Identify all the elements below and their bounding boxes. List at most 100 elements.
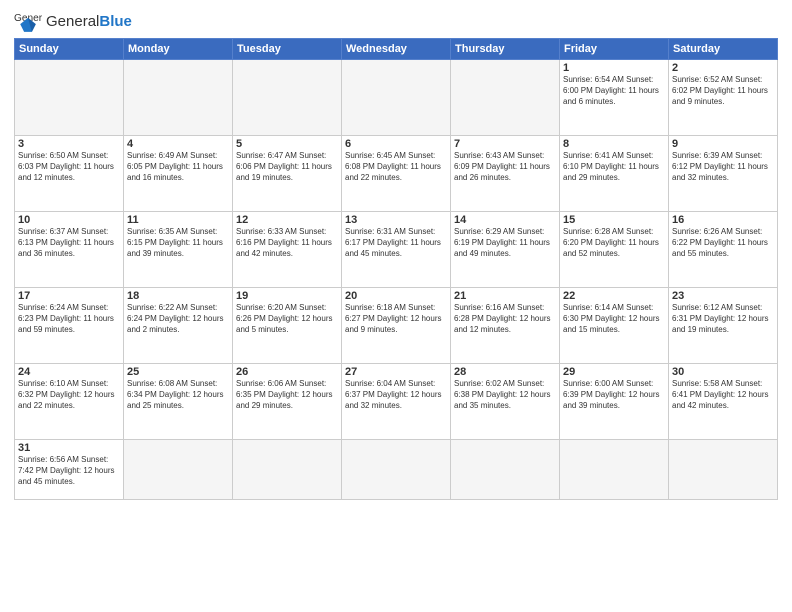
day-info: Sunrise: 6:35 AM Sunset: 6:15 PM Dayligh…	[127, 227, 229, 259]
day-info: Sunrise: 6:43 AM Sunset: 6:09 PM Dayligh…	[454, 151, 556, 183]
day-info: Sunrise: 6:04 AM Sunset: 6:37 PM Dayligh…	[345, 379, 447, 411]
calendar-cell	[15, 60, 124, 136]
calendar-week-row: 17Sunrise: 6:24 AM Sunset: 6:23 PM Dayli…	[15, 288, 778, 364]
calendar-cell	[233, 440, 342, 500]
day-info: Sunrise: 6:02 AM Sunset: 6:38 PM Dayligh…	[454, 379, 556, 411]
calendar-cell: 15Sunrise: 6:28 AM Sunset: 6:20 PM Dayli…	[560, 212, 669, 288]
day-number: 22	[563, 290, 665, 302]
weekday-header-wednesday: Wednesday	[342, 39, 451, 60]
calendar-cell	[233, 60, 342, 136]
day-number: 31	[18, 442, 120, 454]
day-number: 9	[672, 138, 774, 150]
calendar-cell: 12Sunrise: 6:33 AM Sunset: 6:16 PM Dayli…	[233, 212, 342, 288]
calendar-cell	[124, 440, 233, 500]
header: General General Blue	[14, 10, 778, 32]
weekday-header-monday: Monday	[124, 39, 233, 60]
day-info: Sunrise: 6:12 AM Sunset: 6:31 PM Dayligh…	[672, 303, 774, 335]
day-number: 2	[672, 62, 774, 74]
day-info: Sunrise: 6:29 AM Sunset: 6:19 PM Dayligh…	[454, 227, 556, 259]
calendar-cell	[342, 440, 451, 500]
generalblue-logo-icon: General	[14, 10, 42, 32]
day-number: 20	[345, 290, 447, 302]
day-info: Sunrise: 6:26 AM Sunset: 6:22 PM Dayligh…	[672, 227, 774, 259]
calendar-week-row: 1Sunrise: 6:54 AM Sunset: 6:00 PM Daylig…	[15, 60, 778, 136]
calendar-cell: 22Sunrise: 6:14 AM Sunset: 6:30 PM Dayli…	[560, 288, 669, 364]
weekday-header-thursday: Thursday	[451, 39, 560, 60]
day-number: 7	[454, 138, 556, 150]
calendar-cell: 23Sunrise: 6:12 AM Sunset: 6:31 PM Dayli…	[669, 288, 778, 364]
calendar-cell: 27Sunrise: 6:04 AM Sunset: 6:37 PM Dayli…	[342, 364, 451, 440]
calendar-cell: 11Sunrise: 6:35 AM Sunset: 6:15 PM Dayli…	[124, 212, 233, 288]
day-number: 28	[454, 366, 556, 378]
calendar-cell: 25Sunrise: 6:08 AM Sunset: 6:34 PM Dayli…	[124, 364, 233, 440]
day-number: 18	[127, 290, 229, 302]
calendar-cell: 24Sunrise: 6:10 AM Sunset: 6:32 PM Dayli…	[15, 364, 124, 440]
day-number: 30	[672, 366, 774, 378]
weekday-header-row: SundayMondayTuesdayWednesdayThursdayFrid…	[15, 39, 778, 60]
day-number: 17	[18, 290, 120, 302]
day-number: 29	[563, 366, 665, 378]
calendar-cell: 30Sunrise: 5:58 AM Sunset: 6:41 PM Dayli…	[669, 364, 778, 440]
calendar-table: SundayMondayTuesdayWednesdayThursdayFrid…	[14, 38, 778, 500]
day-info: Sunrise: 6:18 AM Sunset: 6:27 PM Dayligh…	[345, 303, 447, 335]
calendar-week-row: 31Sunrise: 6:56 AM Sunset: 7:42 PM Dayli…	[15, 440, 778, 500]
calendar-cell: 9Sunrise: 6:39 AM Sunset: 6:12 PM Daylig…	[669, 136, 778, 212]
calendar-cell: 19Sunrise: 6:20 AM Sunset: 6:26 PM Dayli…	[233, 288, 342, 364]
day-number: 4	[127, 138, 229, 150]
logo-area: General General Blue	[14, 10, 132, 32]
calendar-week-row: 3Sunrise: 6:50 AM Sunset: 6:03 PM Daylig…	[15, 136, 778, 212]
calendar-cell	[560, 440, 669, 500]
day-info: Sunrise: 6:14 AM Sunset: 6:30 PM Dayligh…	[563, 303, 665, 335]
day-info: Sunrise: 6:31 AM Sunset: 6:17 PM Dayligh…	[345, 227, 447, 259]
day-number: 3	[18, 138, 120, 150]
calendar-cell: 2Sunrise: 6:52 AM Sunset: 6:02 PM Daylig…	[669, 60, 778, 136]
day-number: 21	[454, 290, 556, 302]
calendar-cell: 6Sunrise: 6:45 AM Sunset: 6:08 PM Daylig…	[342, 136, 451, 212]
day-number: 23	[672, 290, 774, 302]
day-info: Sunrise: 6:22 AM Sunset: 6:24 PM Dayligh…	[127, 303, 229, 335]
day-info: Sunrise: 6:50 AM Sunset: 6:03 PM Dayligh…	[18, 151, 120, 183]
day-info: Sunrise: 6:41 AM Sunset: 6:10 PM Dayligh…	[563, 151, 665, 183]
day-info: Sunrise: 6:54 AM Sunset: 6:00 PM Dayligh…	[563, 75, 665, 107]
day-info: Sunrise: 6:24 AM Sunset: 6:23 PM Dayligh…	[18, 303, 120, 335]
day-info: Sunrise: 6:47 AM Sunset: 6:06 PM Dayligh…	[236, 151, 338, 183]
calendar-cell: 10Sunrise: 6:37 AM Sunset: 6:13 PM Dayli…	[15, 212, 124, 288]
calendar-cell: 7Sunrise: 6:43 AM Sunset: 6:09 PM Daylig…	[451, 136, 560, 212]
calendar-cell: 1Sunrise: 6:54 AM Sunset: 6:00 PM Daylig…	[560, 60, 669, 136]
logo-general: General	[46, 13, 99, 30]
day-number: 12	[236, 214, 338, 226]
calendar-cell: 18Sunrise: 6:22 AM Sunset: 6:24 PM Dayli…	[124, 288, 233, 364]
day-info: Sunrise: 6:10 AM Sunset: 6:32 PM Dayligh…	[18, 379, 120, 411]
day-info: Sunrise: 6:08 AM Sunset: 6:34 PM Dayligh…	[127, 379, 229, 411]
calendar-cell: 3Sunrise: 6:50 AM Sunset: 6:03 PM Daylig…	[15, 136, 124, 212]
calendar-cell	[451, 440, 560, 500]
day-number: 15	[563, 214, 665, 226]
calendar-cell: 26Sunrise: 6:06 AM Sunset: 6:35 PM Dayli…	[233, 364, 342, 440]
day-info: Sunrise: 6:20 AM Sunset: 6:26 PM Dayligh…	[236, 303, 338, 335]
calendar-cell: 20Sunrise: 6:18 AM Sunset: 6:27 PM Dayli…	[342, 288, 451, 364]
calendar-cell	[451, 60, 560, 136]
calendar-cell: 16Sunrise: 6:26 AM Sunset: 6:22 PM Dayli…	[669, 212, 778, 288]
calendar-cell: 31Sunrise: 6:56 AM Sunset: 7:42 PM Dayli…	[15, 440, 124, 500]
calendar-cell: 29Sunrise: 6:00 AM Sunset: 6:39 PM Dayli…	[560, 364, 669, 440]
day-info: Sunrise: 6:28 AM Sunset: 6:20 PM Dayligh…	[563, 227, 665, 259]
day-number: 25	[127, 366, 229, 378]
calendar-cell	[669, 440, 778, 500]
day-info: Sunrise: 6:39 AM Sunset: 6:12 PM Dayligh…	[672, 151, 774, 183]
logo-blue: Blue	[99, 13, 132, 30]
calendar-cell: 28Sunrise: 6:02 AM Sunset: 6:38 PM Dayli…	[451, 364, 560, 440]
calendar-cell: 17Sunrise: 6:24 AM Sunset: 6:23 PM Dayli…	[15, 288, 124, 364]
weekday-header-saturday: Saturday	[669, 39, 778, 60]
day-number: 8	[563, 138, 665, 150]
calendar-cell: 21Sunrise: 6:16 AM Sunset: 6:28 PM Dayli…	[451, 288, 560, 364]
day-info: Sunrise: 6:49 AM Sunset: 6:05 PM Dayligh…	[127, 151, 229, 183]
calendar-week-row: 24Sunrise: 6:10 AM Sunset: 6:32 PM Dayli…	[15, 364, 778, 440]
day-number: 27	[345, 366, 447, 378]
day-number: 13	[345, 214, 447, 226]
day-number: 6	[345, 138, 447, 150]
day-number: 5	[236, 138, 338, 150]
calendar-cell	[342, 60, 451, 136]
day-info: Sunrise: 6:33 AM Sunset: 6:16 PM Dayligh…	[236, 227, 338, 259]
day-number: 24	[18, 366, 120, 378]
weekday-header-friday: Friday	[560, 39, 669, 60]
